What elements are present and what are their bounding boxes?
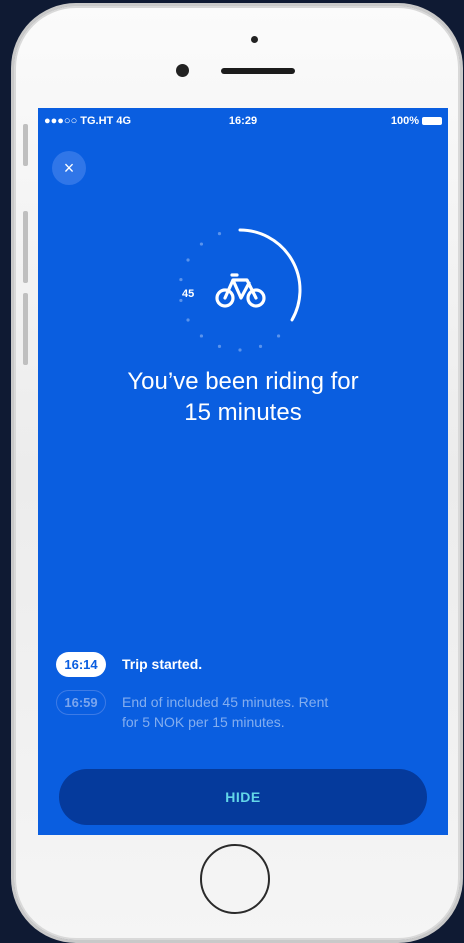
timer-progress-arc — [238, 228, 302, 322]
hide-button[interactable]: HIDE — [59, 769, 427, 825]
bike-icon — [215, 273, 266, 308]
trip-timeline: 16:14 Trip started. 16:59 End of include… — [56, 652, 436, 745]
timeline-item: 16:14 Trip started. — [56, 652, 436, 677]
timeline-time-badge: 16:14 — [56, 652, 106, 677]
timeline-text: End of included 45 minutes. Rent for 5 N… — [122, 690, 328, 732]
timer-tick-dot — [186, 318, 190, 322]
volume-down-button — [23, 293, 28, 365]
timer-tick-dot — [217, 232, 222, 236]
ride-duration-headline: You’ve been riding for 15 minutes — [38, 366, 448, 428]
battery-percent: 100% — [390, 115, 419, 127]
timeline-time-badge: 16:59 — [56, 690, 106, 715]
timeline-text-line-2: for 5 NOK per 15 minutes. — [122, 714, 285, 730]
timer-tick-dot — [217, 344, 222, 348]
timeline-item: 16:59 End of included 45 minutes. Rent f… — [56, 690, 436, 732]
timeline-text-line-1: End of included 45 minutes. Rent — [122, 694, 329, 710]
mute-switch — [23, 124, 28, 166]
timer-tick-dot — [258, 344, 263, 348]
close-button[interactable]: × — [52, 151, 86, 185]
timer-dial: 45 — [179, 228, 302, 352]
status-bar: ●●●○○ TG.HT 4G 16:29 100% — [38, 108, 448, 134]
battery-icon — [422, 117, 442, 125]
front-camera — [176, 64, 189, 77]
headline-line-2: 15 minutes — [184, 399, 302, 426]
battery-status: 100% — [391, 115, 442, 127]
earpiece-speaker — [221, 68, 295, 74]
timer-tick-dot — [199, 334, 204, 338]
timer-tick-dot — [276, 334, 281, 338]
timer-tick-dot — [238, 348, 242, 352]
timeline-text: Trip started. — [122, 656, 203, 672]
ride-timer: 45 — [165, 215, 315, 365]
timer-tick-dot — [179, 277, 183, 282]
phone-screen: ●●●○○ TG.HT 4G 16:29 100% × 45 You’ve be… — [38, 108, 448, 835]
hide-button-label: HIDE — [225, 789, 261, 805]
headline-line-1: You’ve been riding for — [127, 368, 359, 395]
home-button[interactable] — [200, 844, 270, 914]
close-icon: × — [63, 157, 75, 178]
status-time: 16:29 — [228, 115, 258, 127]
timer-tick-dot — [199, 242, 204, 246]
timer-tick-dot — [186, 258, 190, 262]
proximity-sensor — [251, 36, 258, 43]
timer-limit-label: 45 — [182, 288, 194, 300]
volume-up-button — [23, 211, 28, 283]
